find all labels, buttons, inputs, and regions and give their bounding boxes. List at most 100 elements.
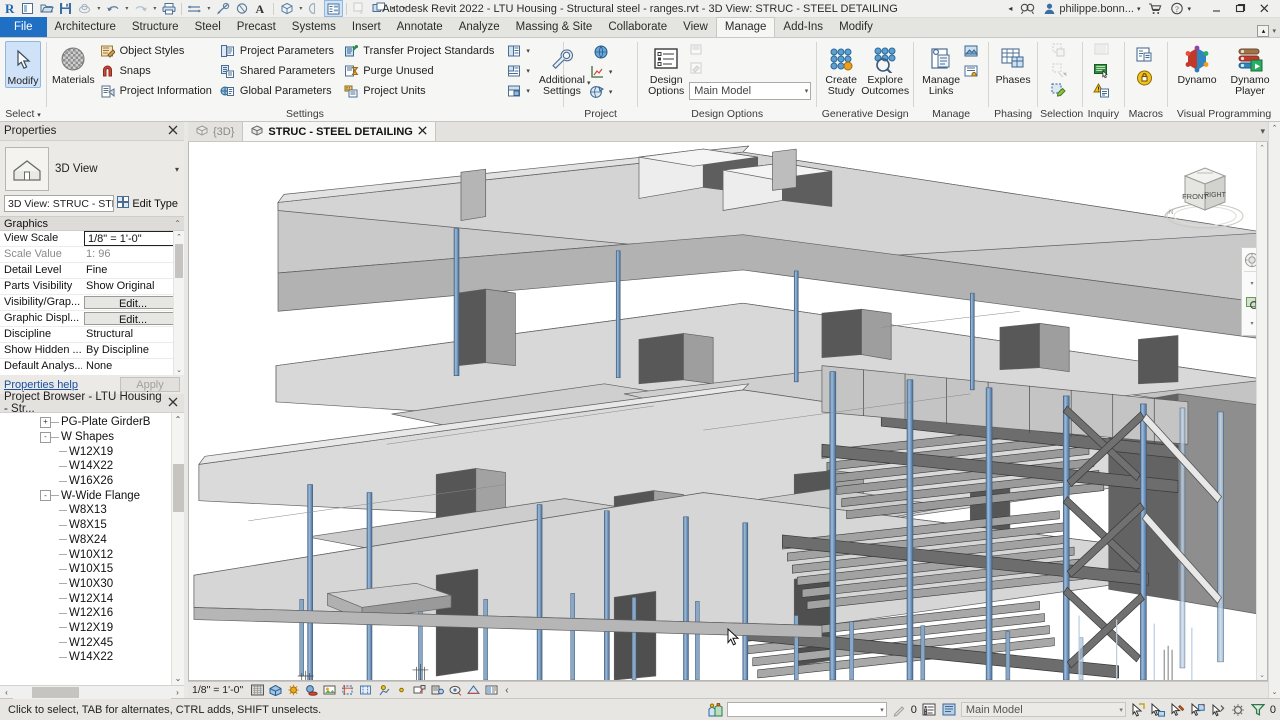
right-strip-down-icon[interactable]: ⌄: [1269, 686, 1280, 698]
panel-title-select[interactable]: Select ▾: [2, 108, 44, 121]
select-chevron-down-icon[interactable]: ▾: [37, 112, 41, 119]
save-selection-icon[interactable]: [1050, 42, 1070, 62]
select-underlay-elements-icon[interactable]: [1150, 702, 1166, 718]
project-browser-horizontal-scrollbar[interactable]: ‹ ›: [0, 685, 184, 699]
main-model-selector[interactable]: Main Model ▾: [960, 702, 1126, 717]
close-button[interactable]: [1252, 0, 1276, 17]
snaps-button[interactable]: Snaps: [97, 61, 215, 81]
pb-scroll-up-icon[interactable]: ⌃: [172, 413, 185, 426]
ids-of-selection-icon[interactable]: [1093, 42, 1113, 62]
family-type-chevron-down-icon[interactable]: ▾: [175, 165, 179, 174]
properties-scroll-thumb[interactable]: [175, 244, 183, 278]
tree-node-w8x24[interactable]: W8X24: [0, 533, 171, 548]
save-as-chevron-down-icon[interactable]: ▾: [94, 0, 103, 17]
project-browser-vertical-scrollbar[interactable]: ⌃ ⌄: [171, 413, 184, 685]
worksets-selector[interactable]: ▾: [726, 702, 887, 717]
pick-to-edit-icon[interactable]: [689, 61, 707, 79]
ribbon-tab-view[interactable]: View: [675, 17, 716, 37]
property-row-show-hidden-lines[interactable]: Show Hidden ... By Discipline: [0, 343, 184, 359]
canvas-vertical-scrollbar[interactable]: ⌃ ⌄: [1256, 142, 1267, 680]
undo-icon[interactable]: [103, 0, 122, 17]
tree-node-w10x30[interactable]: W10X30: [0, 577, 171, 592]
filter-icon[interactable]: [1250, 702, 1266, 718]
tree-node-w12x45[interactable]: W12X45: [0, 635, 171, 650]
phase-settings-chevron-down-icon[interactable]: ▾: [526, 47, 530, 55]
ribbon-tab-precast[interactable]: Precast: [229, 17, 284, 37]
ribbon-tab-manage[interactable]: Manage: [715, 17, 776, 37]
section-icon[interactable]: [305, 0, 324, 17]
property-value-view-scale[interactable]: 1/8" = 1'-0": [84, 231, 182, 246]
pb-scroll-down-icon[interactable]: ⌄: [172, 672, 185, 685]
hide-analytical-model-icon[interactable]: [448, 683, 463, 698]
tree-node-w8x15[interactable]: W8X15: [0, 518, 171, 533]
materials-button[interactable]: Materials: [52, 41, 95, 86]
property-value-discipline[interactable]: Structural: [82, 327, 184, 342]
properties-scroll-down-icon[interactable]: ⌄: [174, 364, 184, 375]
shared-parameters-button[interactable]: Shared Parameters: [217, 61, 338, 81]
ribbon-tab-bar[interactable]: File Architecture Structure Steel Precas…: [0, 17, 1280, 38]
tree-node-w12x16[interactable]: W12X16: [0, 606, 171, 621]
canvas-scroll-down-icon[interactable]: ⌄: [1257, 669, 1267, 680]
thin-lines-icon[interactable]: [324, 0, 344, 17]
add-to-set-icon[interactable]: [689, 43, 707, 61]
edit-selection-icon[interactable]: [1050, 82, 1070, 102]
warnings-icon[interactable]: [1093, 82, 1113, 102]
print-icon[interactable]: [159, 0, 178, 17]
tree-node-w8x13[interactable]: W8X13: [0, 503, 171, 518]
switch-windows-chevron-down-icon[interactable]: ▾: [388, 0, 397, 17]
view-3d-chevron-down-icon[interactable]: ▾: [296, 0, 305, 17]
filter-gear-icon[interactable]: [1230, 702, 1246, 718]
customize-qat-icon[interactable]: ▾: [397, 0, 410, 17]
mep-settings-chevron-down-icon[interactable]: ▾: [526, 87, 530, 95]
temporary-hide-isolate-icon[interactable]: [394, 683, 409, 698]
sun-path-icon[interactable]: [286, 683, 301, 698]
ribbon-options-chevron-down-icon[interactable]: ▾: [1272, 27, 1276, 35]
transfer-project-standards-button[interactable]: Transfer Project Standards: [340, 41, 497, 61]
edit-type-button[interactable]: Edit Type: [117, 196, 180, 211]
ribbon-tab-annotate[interactable]: Annotate: [389, 17, 451, 37]
ribbon-tab-modify[interactable]: Modify: [831, 17, 881, 37]
purge-unused-button[interactable]: Purge Unused: [340, 61, 497, 81]
load-selection-icon[interactable]: [1050, 62, 1070, 82]
measure-icon[interactable]: [185, 0, 204, 17]
tree-node-w12x14[interactable]: W12X14: [0, 591, 171, 606]
open-project-icon[interactable]: [37, 0, 56, 17]
redo-chevron-down-icon[interactable]: ▾: [150, 0, 159, 17]
project-information-button[interactable]: Project Information: [97, 81, 215, 101]
decal-types-icon[interactable]: [963, 43, 983, 63]
macro-manager-icon[interactable]: [1135, 46, 1157, 68]
view-tab-bar[interactable]: {3D} STRUC - STEEL DETAILING ▾: [188, 122, 1268, 142]
worksets-selector-chevron-down-icon[interactable]: ▾: [880, 706, 884, 714]
object-styles-button[interactable]: Object Styles: [97, 41, 215, 61]
tree-node-w12x19-b[interactable]: W12X19: [0, 621, 171, 636]
reveal-constraints-icon[interactable]: [466, 683, 481, 698]
ribbon-tab-steel[interactable]: Steel: [187, 17, 229, 37]
mep-settings-button[interactable]: ▾: [503, 81, 533, 101]
ribbon-tab-insert[interactable]: Insert: [344, 17, 389, 37]
tree-node-w-wide-flange[interactable]: - W-Wide Flange: [0, 488, 171, 503]
tree-node-w16x26[interactable]: W16X26: [0, 474, 171, 489]
view-control-bar[interactable]: 1/8" = 1'-0" ‹: [188, 681, 1268, 698]
tree-node-w14x22-b[interactable]: W14X22: [0, 650, 171, 665]
worksharing-display-icon[interactable]: [484, 683, 499, 698]
properties-group-graphics[interactable]: Graphics ⌃: [0, 216, 184, 231]
dynamo-button[interactable]: Dynamo: [1173, 41, 1221, 86]
right-strip-up-icon[interactable]: ⌃: [1269, 122, 1280, 134]
new-project-icon[interactable]: [18, 0, 37, 17]
tree-node-w12x19-a[interactable]: W12X19: [0, 444, 171, 459]
pb-hscroll-thumb[interactable]: [31, 686, 80, 698]
location-button[interactable]: [590, 42, 612, 62]
undo-chevron-down-icon[interactable]: ▾: [122, 0, 131, 17]
property-value-show-hidden-lines[interactable]: By Discipline: [82, 343, 184, 358]
property-row-parts-visibility[interactable]: Parts Visibility Show Original: [0, 279, 184, 295]
design-option-chevron-down-icon[interactable]: ▾: [805, 87, 809, 95]
properties-close-icon[interactable]: [166, 124, 180, 138]
canvas-scroll-up-icon[interactable]: ⌃: [1257, 142, 1267, 153]
quick-access-toolbar[interactable]: R ▾ ▾ ▾ ▾ A ▾ x ▾ ▾: [0, 0, 410, 17]
visibility-graphics-edit-button[interactable]: Edit...: [84, 296, 182, 309]
help-icon[interactable]: ? ▾: [1167, 0, 1194, 17]
macro-security-icon[interactable]: [1135, 68, 1157, 90]
save-icon[interactable]: [56, 0, 75, 17]
default-3d-view-icon[interactable]: [277, 0, 296, 17]
minimize-button[interactable]: [1204, 0, 1228, 17]
